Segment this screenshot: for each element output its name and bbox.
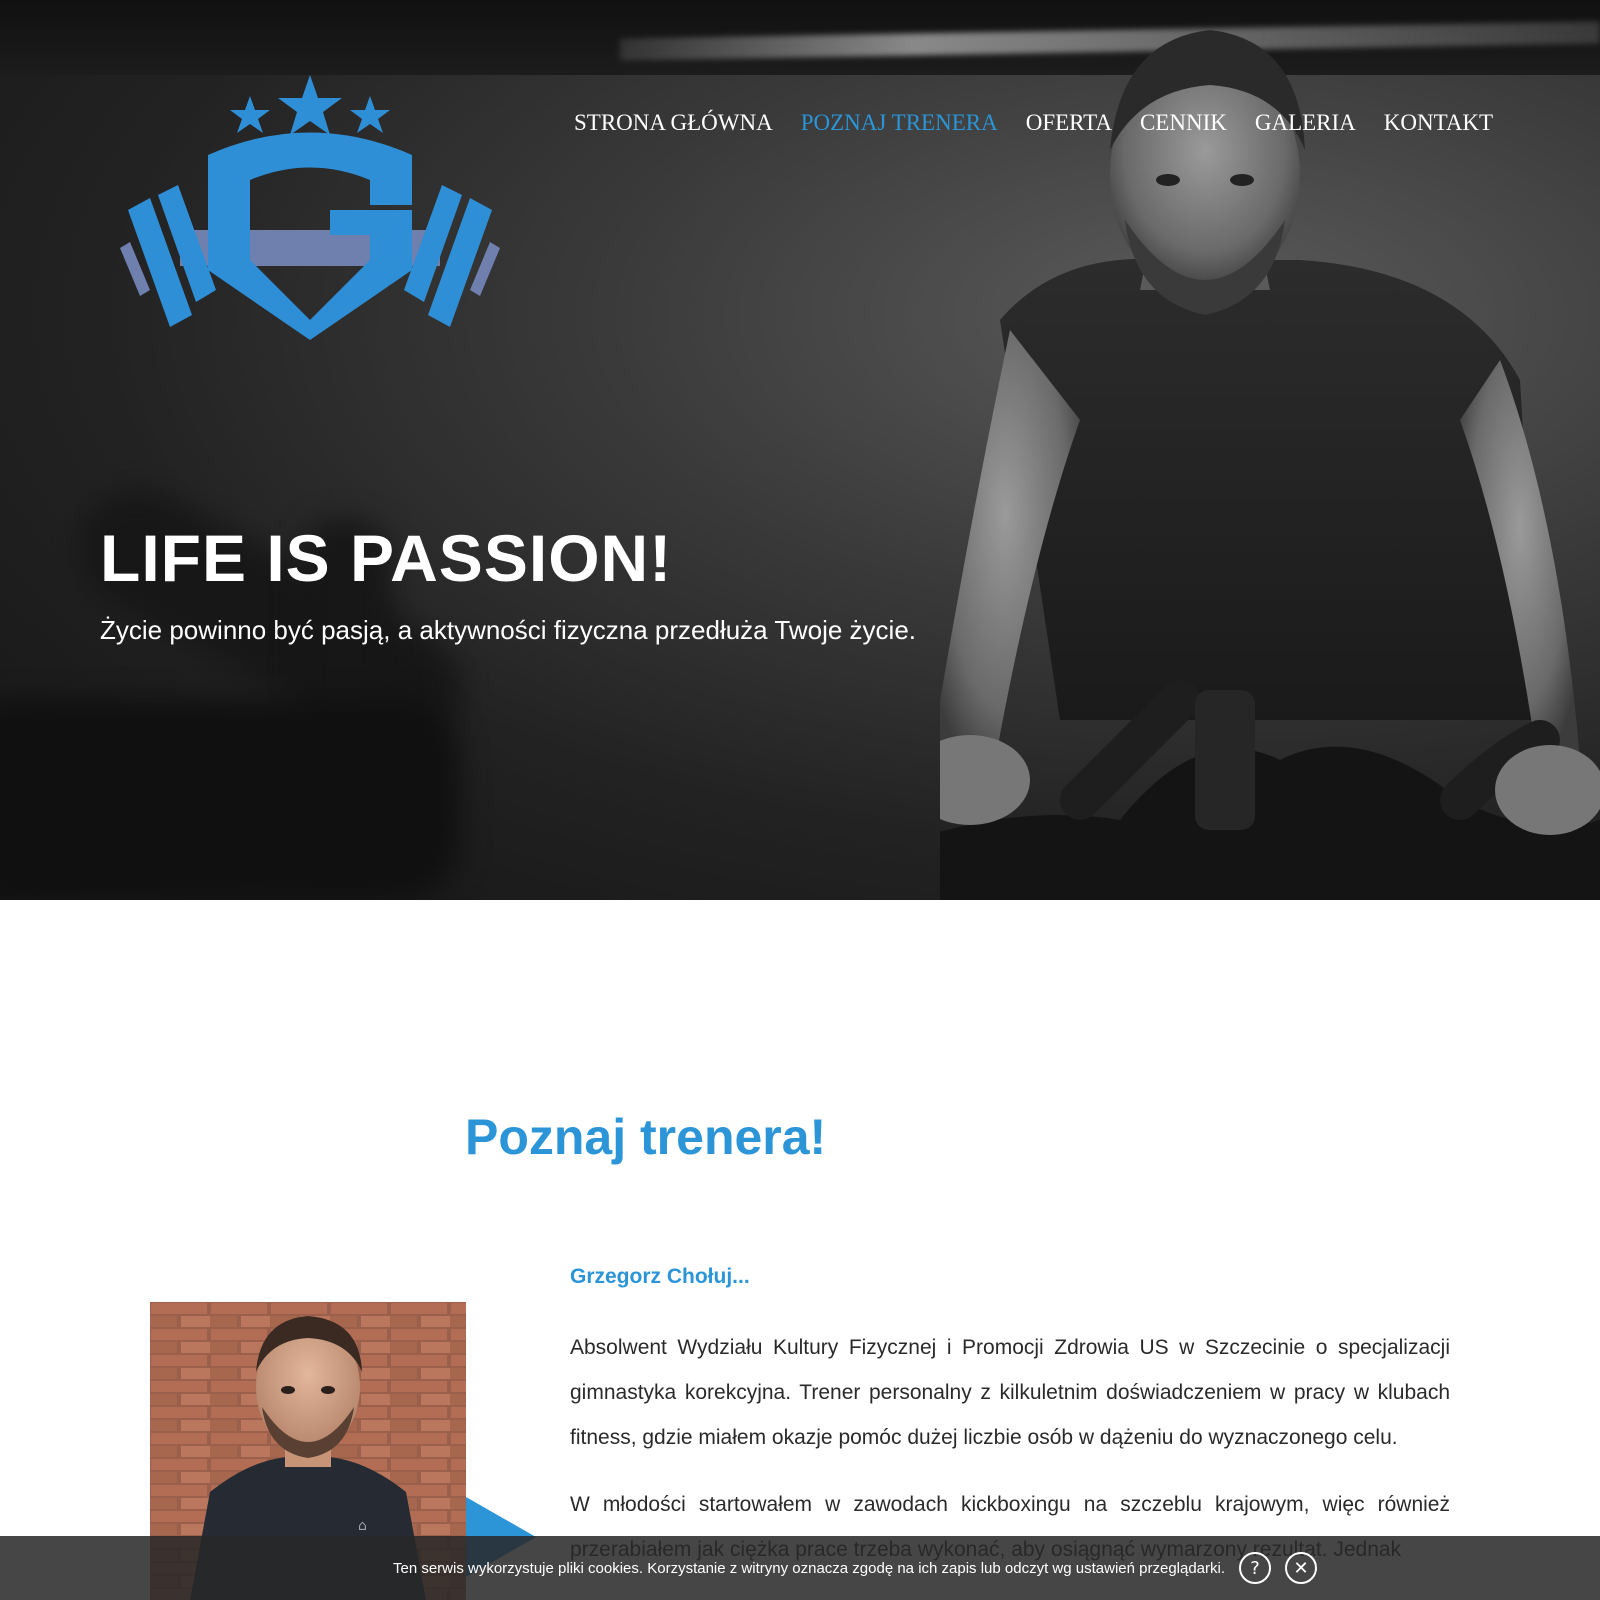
bio-paragraph: Absolwent Wydziału Kultury Fizycznej i P… [570, 1336, 1450, 1449]
section-title: Poznaj trenera! [465, 1109, 827, 1165]
close-icon[interactable]: ✕ [1285, 1552, 1318, 1584]
nav-item-cennik[interactable]: CENNIK [1126, 110, 1241, 136]
nav-item-oferta[interactable]: OFERTA [1012, 110, 1126, 136]
hero-subtitle: Życie powinno być pasją, a aktywności fi… [100, 615, 917, 645]
svg-text:⌂: ⌂ [358, 1518, 367, 1534]
nav-item-poznaj-trenera[interactable]: POZNAJ TRENERA [787, 110, 1012, 136]
trainer-logo[interactable] [120, 70, 500, 345]
help-icon[interactable]: ? [1239, 1552, 1272, 1584]
trainer-name: Grzegorz Chołuj... [570, 1265, 750, 1288]
nav-item-kontakt[interactable]: KONTAKT [1370, 110, 1507, 136]
hero-title: LIFE IS PASSION! [100, 521, 673, 595]
cookie-consent-bar: Ten serwis wykorzystuje pliki cookies. K… [0, 1536, 1600, 1600]
hero-banner: STRONA GŁÓWNA POZNAJ TRENERA OFERTA CENN… [0, 0, 1600, 900]
nav-item-galeria[interactable]: GALERIA [1241, 110, 1370, 136]
bike-blur-base [0, 700, 460, 900]
nav-item-strona-glowna[interactable]: STRONA GŁÓWNA [560, 110, 787, 136]
main-navigation: STRONA GŁÓWNA POZNAJ TRENERA OFERTA CENN… [560, 110, 1507, 136]
cookie-notice-text: Ten serwis wykorzystuje pliki cookies. K… [392, 1559, 1226, 1577]
